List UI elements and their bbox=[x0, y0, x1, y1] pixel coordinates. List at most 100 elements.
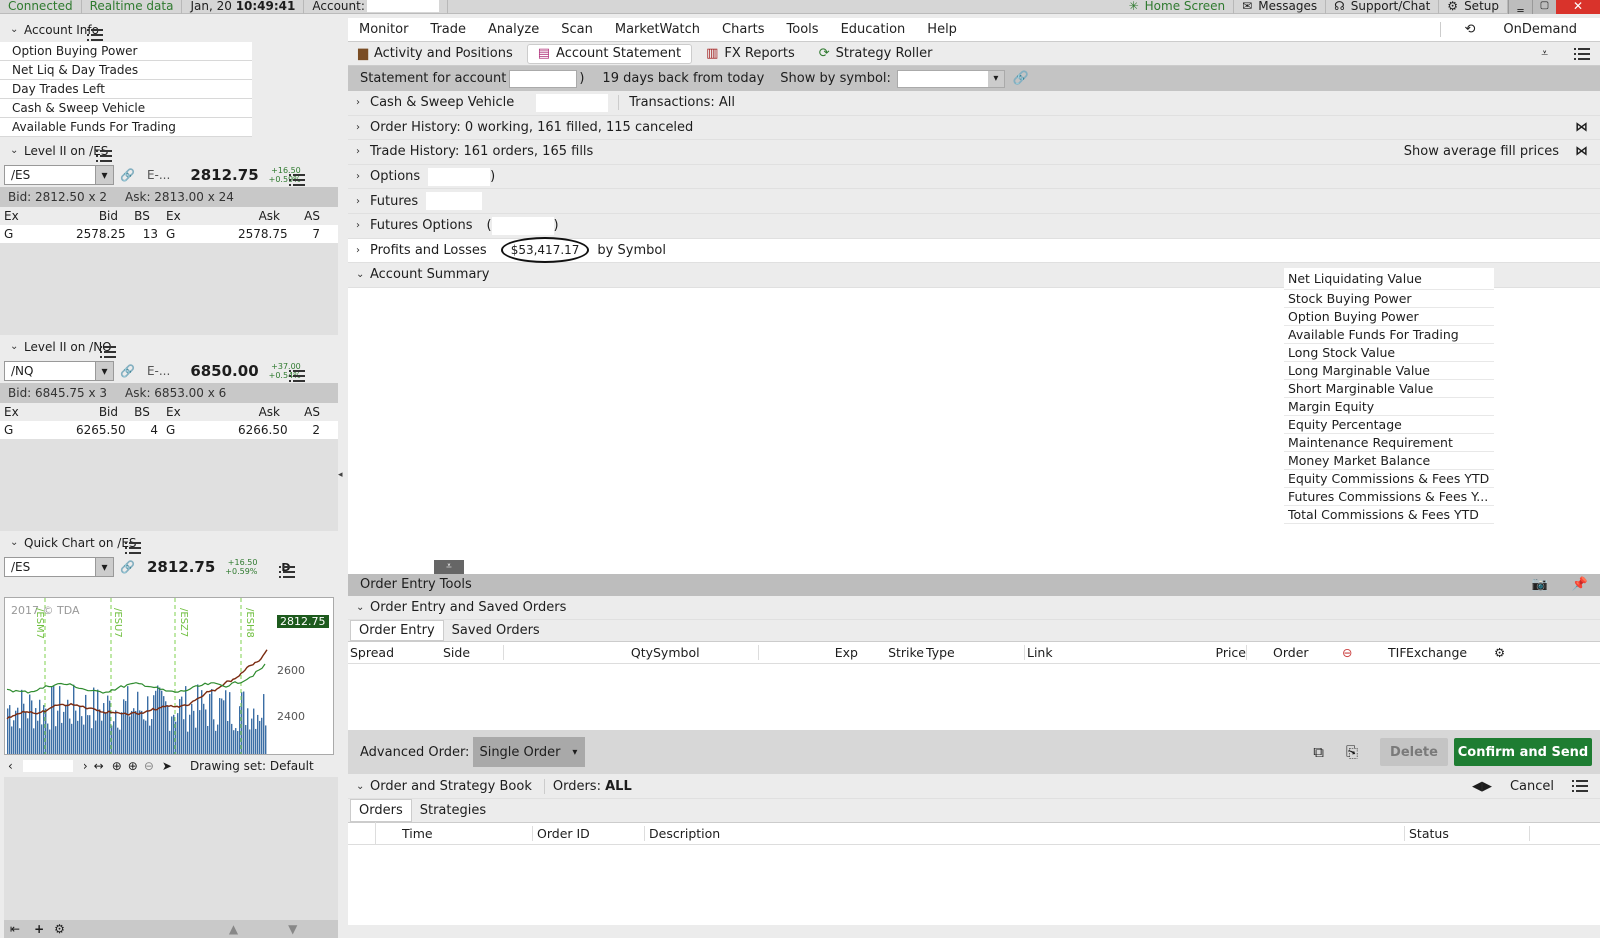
col-as[interactable]: AS bbox=[284, 405, 324, 419]
link-icon[interactable]: 🔗 bbox=[120, 364, 135, 378]
menu-trade[interactable]: Trade bbox=[419, 22, 477, 37]
delete-button[interactable]: Delete bbox=[1380, 738, 1448, 767]
menu-education[interactable]: Education bbox=[830, 22, 917, 37]
level2-es-header[interactable]: ⌄ Level II on /ES bbox=[0, 139, 338, 163]
support-chat-button[interactable]: ☊ Support/Chat bbox=[1326, 0, 1440, 14]
col-type[interactable]: Type bbox=[924, 645, 1024, 660]
link-icon[interactable]: 🔗 bbox=[120, 168, 135, 182]
col-ex[interactable]: Ex bbox=[0, 405, 72, 419]
table-row[interactable]: G 6265.50 4 G 6266.50 2 bbox=[0, 421, 338, 439]
menu-analyze[interactable]: Analyze bbox=[477, 22, 550, 37]
orders-filter[interactable]: Orders: ALL bbox=[543, 778, 632, 794]
section-trade-history[interactable]: › Trade History: 161 orders, 165 fills Sho… bbox=[348, 140, 1600, 165]
menu-charts[interactable]: Charts bbox=[711, 22, 776, 37]
messages-button[interactable]: ✉ Messages bbox=[1234, 0, 1327, 14]
col-order[interactable]: Order bbox=[1246, 645, 1342, 661]
menu-icon[interactable] bbox=[278, 565, 295, 579]
menu-icon[interactable] bbox=[288, 369, 305, 383]
col-bid[interactable]: Bid bbox=[72, 209, 122, 223]
menu-icon[interactable] bbox=[99, 345, 116, 359]
account-info-item[interactable]: Cash & Sweep Vehicle bbox=[0, 99, 252, 118]
col-exp[interactable]: Exp bbox=[758, 645, 858, 661]
level2-nq-header[interactable]: ⌄ Level II on /NQ bbox=[0, 335, 338, 359]
col-ex[interactable]: Ex bbox=[0, 209, 72, 223]
chevron-down-icon[interactable]: ▾ bbox=[987, 70, 1004, 87]
close-button[interactable]: ✕ bbox=[1556, 0, 1600, 14]
crosshair-icon[interactable]: ⊕ bbox=[112, 759, 122, 773]
collapse-handle[interactable]: ⩡ bbox=[434, 559, 464, 574]
ondemand-button[interactable]: ⟲ OnDemand bbox=[1440, 22, 1600, 37]
col-ex[interactable]: Ex bbox=[162, 405, 234, 419]
pnl-grouping[interactable]: by Symbol bbox=[597, 243, 666, 258]
quick-chart[interactable]: 2017 © TDA 2812.75 2600 2400 /ESM7 /ESU7… bbox=[4, 597, 334, 755]
col-exchange[interactable]: Exchange bbox=[1406, 645, 1494, 660]
col-bs[interactable]: BS bbox=[122, 405, 162, 419]
col-strike[interactable]: Strike bbox=[858, 645, 924, 660]
menu-icon[interactable] bbox=[1574, 47, 1590, 61]
account-info-header[interactable]: ⌄ Account Info bbox=[0, 18, 338, 42]
confirm-send-button[interactable]: Confirm and Send bbox=[1454, 738, 1592, 767]
settings-icon[interactable]: ⚙ bbox=[1494, 645, 1505, 660]
section-options[interactable]: › Options) bbox=[348, 164, 1600, 190]
menu-help[interactable]: Help bbox=[916, 22, 968, 37]
account-info-item[interactable]: Option Buying Power bbox=[0, 42, 252, 61]
section-futures-options[interactable]: › Futures Options() bbox=[348, 213, 1600, 239]
gear-icon[interactable]: ⚙ bbox=[54, 922, 65, 936]
menu-icon[interactable] bbox=[86, 28, 103, 42]
col-tif[interactable]: TIF bbox=[1388, 645, 1407, 660]
tab-saved-orders[interactable]: Saved Orders bbox=[444, 621, 548, 640]
zoom-in-icon[interactable]: ⊕ bbox=[128, 759, 138, 773]
copy-icon[interactable]: ⧉ bbox=[1313, 743, 1324, 761]
setup-button[interactable]: ⚙ Setup bbox=[1439, 0, 1508, 14]
drawing-set-selector[interactable]: Drawing set: Default bbox=[190, 759, 314, 773]
expand-icon[interactable]: ⋈ bbox=[1575, 120, 1588, 135]
maximize-button[interactable]: ▢ bbox=[1532, 0, 1556, 14]
collapse-all-icon[interactable]: ⩡ bbox=[1541, 46, 1548, 61]
col-ask[interactable]: Ask bbox=[234, 209, 284, 223]
scroll-up-icon[interactable]: ▲ bbox=[229, 922, 238, 936]
symbol-input[interactable]: /ES ▾ bbox=[4, 165, 114, 185]
splitter-handle[interactable]: ◂ bbox=[338, 470, 343, 480]
col-price[interactable]: Price bbox=[1144, 645, 1247, 660]
col-side[interactable]: Side bbox=[443, 645, 503, 660]
menu-icon[interactable] bbox=[96, 149, 113, 163]
avg-fill-toggle[interactable]: Show average fill prices bbox=[1404, 144, 1559, 159]
tab-order-entry[interactable]: Order Entry bbox=[350, 620, 444, 642]
symbol-filter-select[interactable]: ▾ bbox=[896, 69, 1005, 88]
menu-scan[interactable]: Scan bbox=[550, 22, 604, 37]
section-order-entry[interactable]: ⌄ Order Entry and Saved Orders bbox=[348, 595, 1600, 621]
col-as[interactable]: AS bbox=[284, 209, 324, 223]
tab-strategy-roller[interactable]: ⟳ Strategy Roller bbox=[809, 44, 943, 64]
col-bs[interactable]: BS bbox=[122, 209, 162, 223]
col-bid[interactable]: Bid bbox=[72, 405, 122, 419]
account-info-item[interactable]: Available Funds For Trading bbox=[0, 118, 252, 137]
tab-strategies[interactable]: Strategies bbox=[412, 800, 494, 821]
pin-icon[interactable]: 📌 bbox=[1572, 577, 1588, 592]
col-order-id[interactable]: Order ID bbox=[532, 825, 644, 841]
scroll-right-icon[interactable]: › bbox=[83, 759, 88, 773]
transactions-filter[interactable]: Transactions: All bbox=[618, 95, 735, 111]
zoom-out-icon[interactable]: ⊖ bbox=[144, 759, 154, 773]
minimize-button[interactable]: ‗ bbox=[1508, 0, 1532, 14]
paste-icon[interactable]: ⎘ bbox=[1346, 743, 1358, 761]
tab-account-statement[interactable]: ▤ Account Statement bbox=[526, 43, 693, 64]
menu-icon[interactable] bbox=[1572, 779, 1588, 793]
col-time[interactable]: Time bbox=[376, 826, 532, 841]
link-icon[interactable]: 🔗 bbox=[120, 560, 135, 574]
chevron-down-icon[interactable]: ▾ bbox=[95, 166, 113, 184]
scroll-left-icon[interactable]: ‹ bbox=[8, 759, 13, 773]
section-futures[interactable]: › Futures bbox=[348, 189, 1600, 214]
cancel-button[interactable]: Cancel bbox=[1510, 779, 1554, 794]
menu-monitor[interactable]: Monitor bbox=[348, 22, 419, 37]
chevron-down-icon[interactable]: ▾ bbox=[95, 362, 113, 380]
table-row[interactable]: G 2578.25 13 G 2578.75 7 bbox=[0, 225, 338, 243]
date-range-selector[interactable]: 19 days back from today bbox=[602, 71, 764, 86]
col-symbol[interactable]: Symbol bbox=[653, 645, 758, 660]
account-selector[interactable]: Account: bbox=[304, 0, 448, 14]
account-info-item[interactable]: Day Trades Left bbox=[0, 80, 252, 99]
tab-orders[interactable]: Orders bbox=[350, 798, 412, 822]
tab-activity-positions[interactable]: ▆ Activity and Positions bbox=[348, 44, 523, 64]
scroll-input[interactable] bbox=[22, 760, 73, 772]
col-spread[interactable]: Spread bbox=[348, 645, 443, 660]
account-info-item[interactable]: Net Liq & Day Trades bbox=[0, 61, 252, 80]
